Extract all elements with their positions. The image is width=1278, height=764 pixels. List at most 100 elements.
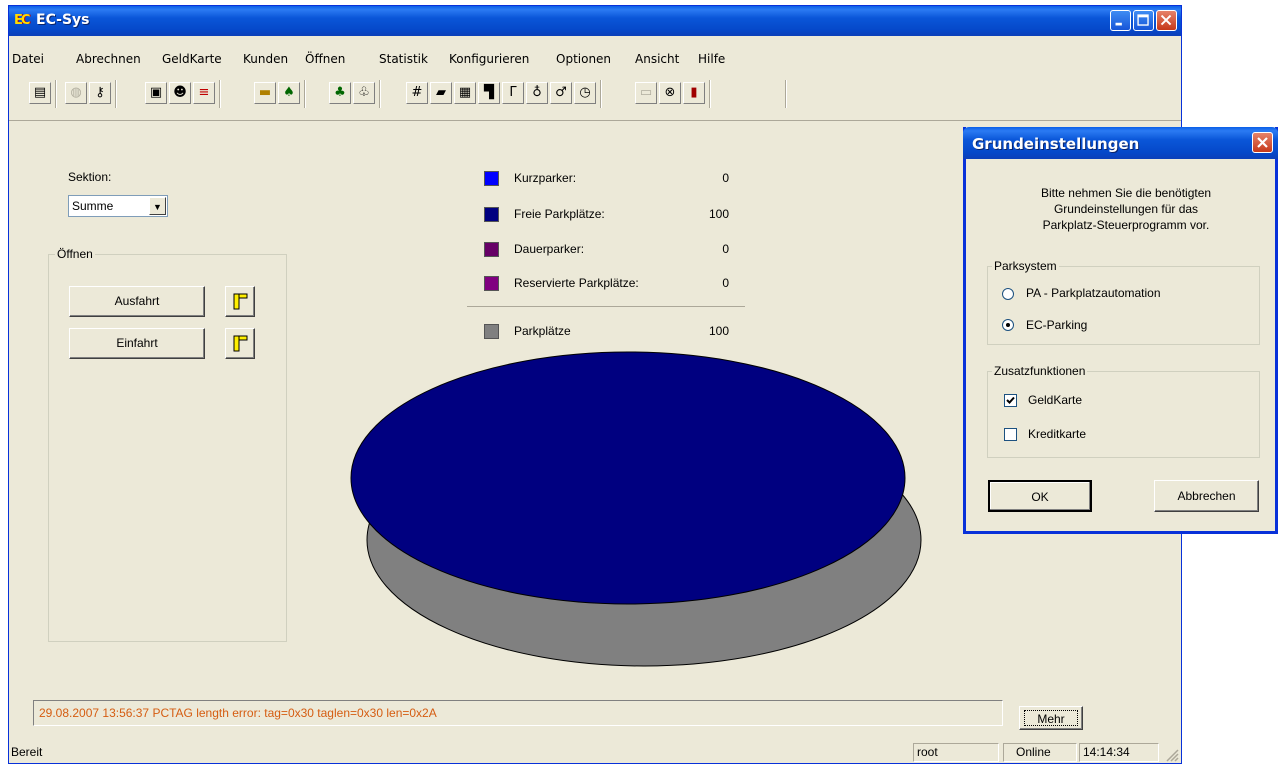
radio-pa-label[interactable]: PA - Parkplatzautomation <box>1026 286 1161 300</box>
pie-chart <box>350 351 922 667</box>
abbrechen-button[interactable]: Abbrechen <box>1154 480 1259 512</box>
status-bar: Bereit root Online 14:14:34 <box>9 740 1181 764</box>
maximize-button[interactable] <box>1133 10 1154 31</box>
geldkarte-checkbox[interactable] <box>1004 394 1017 407</box>
close-button[interactable] <box>1156 10 1177 31</box>
status-connection: Online <box>1003 743 1077 762</box>
radio-ec-parking[interactable] <box>1002 319 1014 331</box>
mehr-label: Mehr <box>1024 710 1078 726</box>
legend-value-kurzparker: 0 <box>722 171 729 185</box>
mehr-button[interactable]: Mehr <box>1019 706 1083 730</box>
lock-icon[interactable]: ⊗ <box>659 82 681 104</box>
menu-ansicht[interactable]: Ansicht <box>635 52 679 66</box>
parksystem-group: Parksystem PA - Parkplatzautomation EC-P… <box>987 259 1260 345</box>
log-message: 29.08.2007 13:56:37 PCTAG length error: … <box>33 700 1003 726</box>
legend-swatch-kurzparker <box>484 171 499 186</box>
person-89-icon[interactable]: ♁ <box>526 82 548 104</box>
status-user: root <box>913 743 999 762</box>
dialog-intro-line: Grundeinstellungen für das <box>1053 202 1199 216</box>
title-bar: EC EC-Sys <box>9 6 1181 36</box>
ausfahrt-button[interactable]: Ausfahrt <box>69 286 205 317</box>
disabled-icon[interactable]: ◍ <box>65 82 87 104</box>
menu-abrechnen[interactable]: Abrechnen <box>76 52 141 66</box>
maximize-icon <box>1137 14 1149 26</box>
kreditkarte-checkbox[interactable] <box>1004 428 1017 441</box>
checkmark-icon <box>1006 396 1015 404</box>
user-search-icon[interactable]: ☻ <box>169 82 191 104</box>
zusatz-group: Zusatzfunktionen GeldKarte Kreditkarte <box>987 364 1260 458</box>
close-icon <box>1160 14 1172 26</box>
barrier-icon[interactable]: ▜ <box>478 82 500 104</box>
legend-label-total: Parkplätze <box>514 324 571 338</box>
sektion-value: Summe <box>72 199 114 213</box>
car-icon[interactable]: ♠ <box>278 82 300 104</box>
legend-label-kurzparker: Kurzparker: <box>514 171 577 185</box>
legend-swatch-reserviert <box>484 276 499 291</box>
status-text: Bereit <box>11 745 43 759</box>
key-icon[interactable]: ⚷ <box>89 82 111 104</box>
sektion-label: Sektion: <box>68 170 112 184</box>
legend-value-dauerparker: 0 <box>722 242 729 256</box>
exit-icon[interactable]: ▮ <box>683 82 705 104</box>
dialog-close-button[interactable] <box>1252 132 1273 153</box>
minimize-button[interactable] <box>1110 10 1131 31</box>
resize-grip-icon[interactable] <box>1164 747 1179 762</box>
chevron-down-icon[interactable]: ▼ <box>149 197 166 215</box>
dialog-intro-line: Bitte nehmen Sie die benötigten <box>1040 186 1212 200</box>
card-icon[interactable]: ▬ <box>254 82 276 104</box>
menu-konfigurieren[interactable]: Konfigurieren <box>449 52 529 66</box>
radio-ec-parking-label[interactable]: EC-Parking <box>1026 318 1087 332</box>
dialog-intro-line: Parkplatz-Steuerprogramm vor. <box>1042 218 1210 232</box>
minimize-icon <box>1115 22 1122 26</box>
parksystem-title: Parksystem <box>992 259 1059 273</box>
gate-icon[interactable]: Γ <box>502 82 524 104</box>
menu-datei[interactable]: Datei <box>12 52 44 66</box>
dialog-intro: Bitte nehmen Sie die benötigten Grundein… <box>986 185 1266 233</box>
gate-icon <box>233 335 248 352</box>
geldkarte-label[interactable]: GeldKarte <box>1028 393 1082 407</box>
toolbar: ▤ ◍ ⚷ ▣ ☻ ≡ ▬ ♠ ♣ ♧ # ▰ ▦ ▜ Γ ♁ ♂ ◷ ▭ ⊗ … <box>9 76 1181 121</box>
flag-icon[interactable]: ≡ <box>193 82 215 104</box>
einfahrt-gate-button[interactable] <box>225 328 255 359</box>
person-icon[interactable]: ♂ <box>550 82 572 104</box>
menu-hilfe[interactable]: Hilfe <box>698 52 725 66</box>
gate-icon <box>233 293 248 310</box>
menu-kunden[interactable]: Kunden <box>243 52 288 66</box>
stats-89-icon[interactable]: ♣ <box>329 82 351 104</box>
radio-pa[interactable] <box>1002 288 1014 300</box>
monitor-icon[interactable]: ▭ <box>635 82 657 104</box>
clock-icon[interactable]: ◷ <box>574 82 596 104</box>
pie-slice-1 <box>350 351 906 605</box>
window-title: EC-Sys <box>36 12 90 28</box>
legend-swatch-freie <box>484 207 499 222</box>
print-icon[interactable]: ▤ <box>29 82 51 104</box>
legend-label-reserviert: Reservierte Parkplätze: <box>514 276 639 290</box>
sektion-select[interactable]: Summe ▼ <box>68 195 168 217</box>
report-icon[interactable]: ▣ <box>145 82 167 104</box>
grundeinstellungen-dialog: Grundeinstellungen Bitte nehmen Sie die … <box>963 127 1278 534</box>
folder-icon[interactable]: ▰ <box>430 82 452 104</box>
stats-89b-icon[interactable]: ♧ <box>353 82 375 104</box>
menu-geldkarte[interactable]: GeldKarte <box>162 52 222 66</box>
legend-label-freie: Freie Parkplätze: <box>514 207 605 221</box>
oeffnen-title: Öffnen <box>55 247 95 261</box>
legend-value-total: 100 <box>708 324 729 338</box>
legend-swatch-dauerparker <box>484 242 499 257</box>
close-icon <box>1257 137 1268 148</box>
legend-divider <box>467 306 745 307</box>
einfahrt-button[interactable]: Einfahrt <box>69 328 205 359</box>
kreditkarte-label[interactable]: Kreditkarte <box>1028 427 1086 441</box>
status-time: 14:14:34 <box>1079 743 1159 762</box>
legend-label-dauerparker: Dauerparker: <box>514 242 585 256</box>
menu-statistik[interactable]: Statistik <box>379 52 428 66</box>
legend-value-freie: 100 <box>708 207 729 221</box>
oeffnen-group: Öffnen Ausfahrt Einfahrt <box>48 247 287 642</box>
zusatz-title: Zusatzfunktionen <box>992 364 1088 378</box>
dialog-title: Grundeinstellungen <box>972 135 1140 153</box>
menu-oeffnen[interactable]: Öffnen <box>305 52 345 66</box>
edit-icon[interactable]: # <box>406 82 428 104</box>
ausfahrt-gate-button[interactable] <box>225 286 255 317</box>
document-icon[interactable]: ▦ <box>454 82 476 104</box>
ok-button[interactable]: OK <box>988 480 1092 512</box>
menu-optionen[interactable]: Optionen <box>556 52 611 66</box>
